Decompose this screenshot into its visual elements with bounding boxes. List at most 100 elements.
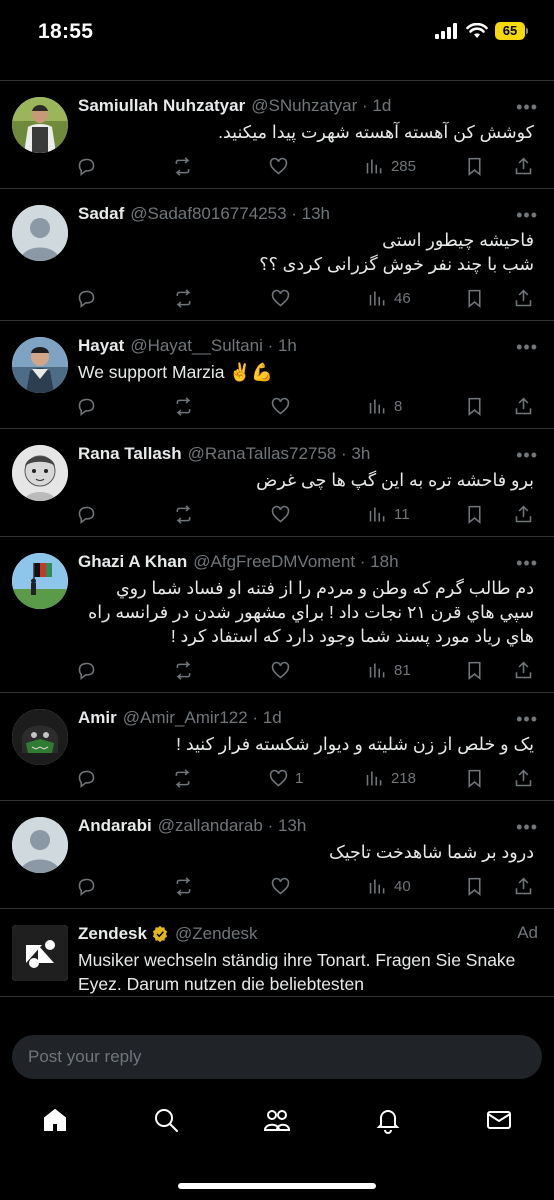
nav-notifications[interactable] <box>374 1106 402 1139</box>
more-options-icon[interactable]: ••• <box>516 97 538 118</box>
tweet[interactable]: ••• Samiullah Nuhzatyar @SNuhzatyar · 1d… <box>0 81 554 189</box>
avatar[interactable] <box>12 709 68 765</box>
nav-communities[interactable] <box>263 1106 291 1139</box>
author-handle[interactable]: @Sadaf8016774253 · 13h <box>130 203 330 225</box>
bookmark-icon <box>468 157 481 176</box>
likes-button[interactable] <box>270 660 318 681</box>
nav-search[interactable] <box>152 1106 180 1139</box>
author-name[interactable]: Sadaf <box>78 203 124 225</box>
messages-icon <box>486 1110 511 1129</box>
retweets-button[interactable] <box>172 768 220 789</box>
views-button[interactable]: 81 <box>367 660 415 681</box>
retweets-button[interactable] <box>172 156 220 177</box>
bookmark-button[interactable] <box>464 156 485 177</box>
retweets-button[interactable] <box>173 876 221 897</box>
author-handle[interactable]: @zallandarab · 13h <box>158 815 307 837</box>
more-options-icon[interactable]: ••• <box>516 817 538 838</box>
avatar[interactable] <box>12 817 68 873</box>
author-name[interactable]: Ghazi A Khan <box>78 551 187 573</box>
share-button[interactable] <box>513 660 534 681</box>
bookmark-icon <box>468 769 481 788</box>
communities-icon <box>263 1109 290 1131</box>
views-button[interactable]: 218 <box>364 768 416 789</box>
tweet-header: Hayat @Hayat__Sultani · 1h <box>78 335 538 357</box>
tweet[interactable]: ••• Hayat @Hayat__Sultani · 1h We suppor… <box>0 321 554 429</box>
replies-button[interactable] <box>76 396 124 417</box>
tweet[interactable]: ••• Rana Tallash @RanaTallas72758 · 3h ب… <box>0 429 554 537</box>
likes-button[interactable] <box>270 288 318 309</box>
bookmark-button[interactable] <box>464 876 485 897</box>
likes-button[interactable] <box>270 504 318 525</box>
share-button[interactable] <box>513 156 534 177</box>
avatar[interactable] <box>12 337 68 393</box>
bookmark-button[interactable] <box>464 288 485 309</box>
tweet[interactable]: ••• Sadaf @Sadaf8016774253 · 13h فاحیشه … <box>0 189 554 321</box>
more-options-icon[interactable]: ••• <box>516 553 538 574</box>
bookmark-icon <box>468 397 481 416</box>
reply-feed[interactable]: ••• Samiullah Nuhzatyar @SNuhzatyar · 1d… <box>0 80 554 1022</box>
retweets-button[interactable] <box>173 660 221 681</box>
author-name[interactable]: Hayat <box>78 335 124 357</box>
avatar[interactable] <box>12 205 68 261</box>
share-button[interactable] <box>513 876 534 897</box>
views-icon <box>366 771 382 785</box>
bookmark-button[interactable] <box>464 660 485 681</box>
more-options-icon[interactable]: ••• <box>516 205 538 226</box>
author-handle[interactable]: @RanaTallas72758 · 3h <box>188 443 371 465</box>
replies-button[interactable] <box>76 876 124 897</box>
author-name[interactable]: Zendesk <box>78 923 147 945</box>
replies-button[interactable] <box>76 156 124 177</box>
tweet-text: دم طالب گرم که وطن و مردم را از فتنه او … <box>88 578 534 646</box>
author-handle[interactable]: @Hayat__Sultani · 1h <box>130 335 297 357</box>
author-handle[interactable]: @Amir_Amir122 · 1d <box>123 707 282 729</box>
views-button[interactable]: 46 <box>367 288 415 309</box>
likes-button[interactable] <box>270 876 318 897</box>
replies-button[interactable] <box>76 768 124 789</box>
tweet[interactable]: ••• Andarabi @zallandarab · 13h درود بر … <box>0 801 554 909</box>
tweet-extra-actions <box>464 504 534 525</box>
replies-button[interactable] <box>76 288 124 309</box>
likes-button[interactable] <box>270 396 318 417</box>
more-options-icon[interactable]: ••• <box>516 445 538 466</box>
replies-button[interactable] <box>76 660 124 681</box>
tweet[interactable]: ••• Ghazi A Khan @AfgFreeDMVoment · 18h … <box>0 537 554 693</box>
retweets-button[interactable] <box>173 396 221 417</box>
bookmark-button[interactable] <box>464 768 485 789</box>
bookmark-button[interactable] <box>464 504 485 525</box>
author-name[interactable]: Rana Tallash <box>78 443 182 465</box>
views-button[interactable]: 285 <box>364 156 416 177</box>
likes-button[interactable]: 1 <box>268 768 316 789</box>
more-options-icon[interactable]: ••• <box>516 709 538 730</box>
likes-button[interactable] <box>268 156 316 177</box>
author-name[interactable]: Samiullah Nuhzatyar <box>78 95 245 117</box>
bookmark-button[interactable] <box>464 396 485 417</box>
avatar[interactable] <box>12 553 68 609</box>
views-button[interactable]: 11 <box>367 504 415 525</box>
reply-input[interactable]: Post your reply <box>12 1035 542 1079</box>
tweet[interactable]: ••• Amir @Amir_Amir122 · 1d یک و خلص از … <box>0 693 554 801</box>
share-button[interactable] <box>513 288 534 309</box>
author-handle[interactable]: @Zendesk <box>175 923 257 945</box>
views-icon <box>369 291 385 305</box>
promoted-tweet[interactable]: Ad Zendesk @Zendesk Musiker wechseln stä… <box>0 909 554 997</box>
author-handle[interactable]: @SNuhzatyar · 1d <box>251 95 391 117</box>
retweets-button[interactable] <box>173 504 221 525</box>
share-button[interactable] <box>513 768 534 789</box>
nav-messages[interactable] <box>485 1106 513 1139</box>
views-button[interactable]: 40 <box>367 876 415 897</box>
more-options-icon[interactable]: ••• <box>516 337 538 358</box>
replies-button[interactable] <box>76 504 124 525</box>
avatar[interactable] <box>12 97 68 153</box>
nav-home[interactable] <box>41 1106 69 1139</box>
wifi-icon <box>466 23 488 38</box>
share-button[interactable] <box>513 396 534 417</box>
author-handle[interactable]: @AfgFreeDMVoment · 18h <box>193 551 398 573</box>
home-indicator[interactable] <box>178 1183 376 1189</box>
author-name[interactable]: Amir <box>78 707 117 729</box>
share-button[interactable] <box>513 504 534 525</box>
retweets-button[interactable] <box>173 288 221 309</box>
author-name[interactable]: Andarabi <box>78 815 152 837</box>
avatar[interactable] <box>12 925 68 981</box>
avatar[interactable] <box>12 445 68 501</box>
views-button[interactable]: 8 <box>367 396 415 417</box>
